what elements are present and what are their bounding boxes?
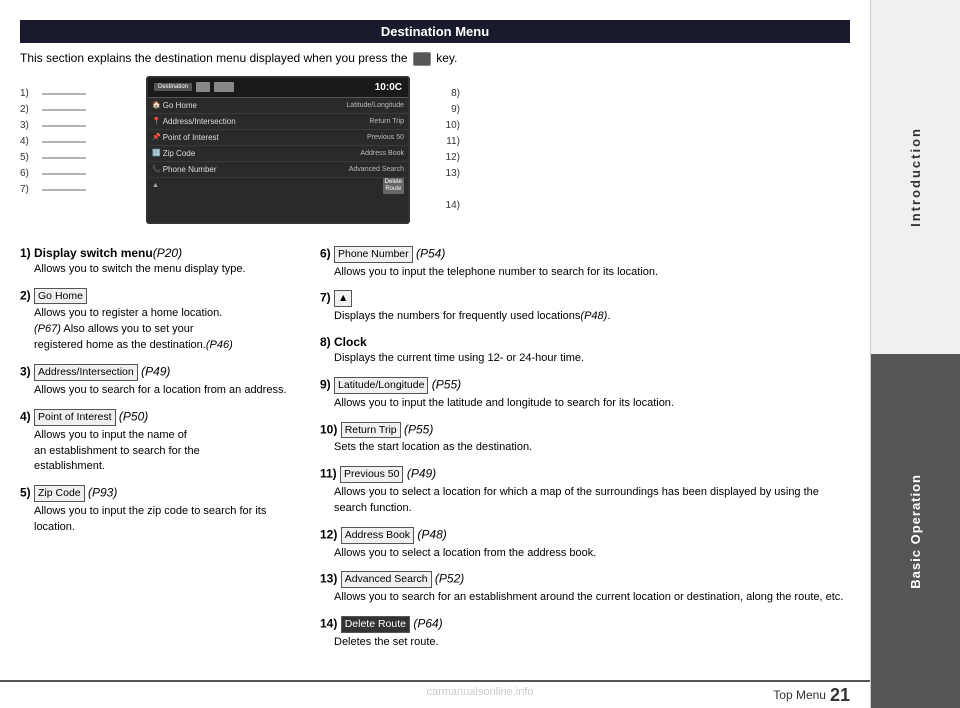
nav-screen: Destination 10:0C 🏠 Go Home Latitude/Lon… [146,76,410,224]
desc-col-left: 1) Display switch menu(P20) Allows you t… [20,246,300,661]
sidebar-bottom-label: Basic Operation [908,474,923,589]
intro-text: This section explains the destination me… [20,51,850,66]
desc-col-right: 6) Phone Number (P54) Allows you to inpu… [320,246,850,661]
screen-dest-btn: Destination [154,83,192,91]
bottom-bar: Top Menu 21 [0,680,870,708]
top-menu-label: Top Menu [773,688,826,702]
desc-item-1: 1) Display switch menu(P20) Allows you t… [20,246,300,278]
desc-item-4: 4) Point of Interest (P50) Allows you to… [20,409,300,476]
screen-menu: 🏠 Go Home Latitude/Longitude 📍 Address/I… [148,98,408,194]
callout-8: 8) [451,88,460,99]
screen-icon-btn [196,82,210,92]
callout-11: 11) [446,136,460,147]
screen-row-1: 🏠 Go Home Latitude/Longitude [148,98,408,114]
sidebar-introduction: Introduction [871,0,960,354]
callout-9: 9) [451,104,460,115]
desc-item-6: 6) Phone Number (P54) Allows you to inpu… [320,246,850,281]
delete-route-btn: DeleteRoute [383,178,404,194]
desc-item-5: 5) Zip Code (P93) Allows you to input th… [20,485,300,536]
desc-item-7: 7) ▲ Displays the numbers for frequently… [320,290,850,325]
callout-2: 2) [20,104,29,115]
sidebar-top-label: Introduction [908,127,923,227]
callout-7: 7) [20,184,29,195]
callout-5: 5) [20,152,29,163]
descriptions: 1) Display switch menu(P20) Allows you t… [20,246,850,661]
callout-6: 6) [20,168,29,179]
key-icon [413,52,431,66]
desc-item-12: 12) Address Book (P48) Allows you to sel… [320,527,850,562]
sidebar-basic-operation: Basic Operation [871,354,960,708]
callout-1: 1) [20,88,29,99]
desc-item-2: 2) Go Home Allows you to register a home… [20,288,300,355]
desc-item-11: 11) Previous 50 (P49) Allows you to sele… [320,466,850,517]
right-sidebar: Introduction Basic Operation [870,0,960,708]
main-content: Destination Menu This section explains t… [0,0,870,708]
desc-item-3: 3) Address/Intersection (P49) Allows you… [20,364,300,399]
screen-row-6: ▲ DeleteRoute [148,178,408,194]
section-header: Destination Menu [20,20,850,43]
screen-row-3: 📌 Point of Interest Previous 50 [148,130,408,146]
section-title: Destination Menu [381,24,489,39]
screen-row-5: 📞 Phone Number Advanced Search [148,162,408,178]
callout-4: 4) [20,136,29,147]
callout-10: 10) [446,120,460,131]
screen-time: 10:0C [375,82,402,93]
callout-3: 3) [20,120,29,131]
callout-14: 14) [446,200,460,211]
desc-item-13: 13) Advanced Search (P52) Allows you to … [320,571,850,606]
page-number: 21 [830,685,850,706]
desc-item-10: 10) Return Trip (P55) Sets the start loc… [320,422,850,457]
screen-row-2: 📍 Address/Intersection Return Trip [148,114,408,130]
callout-13: 13) [446,168,460,179]
screen-icon-btn2 [214,82,234,92]
screen-diagram: 1) 2) 3) 4) 5) 6) 7) [20,76,460,236]
screen-row-4: 🔢 Zip Code Address Book [148,146,408,162]
callout-12: 12) [446,152,460,163]
desc-item-9: 9) Latitude/Longitude (P55) Allows you t… [320,377,850,412]
screen-header: Destination 10:0C [148,78,408,98]
desc-item-14: 14) Delete Route (P64) Deletes the set r… [320,616,850,651]
desc-item-8: 8) Clock Displays the current time using… [320,335,850,367]
